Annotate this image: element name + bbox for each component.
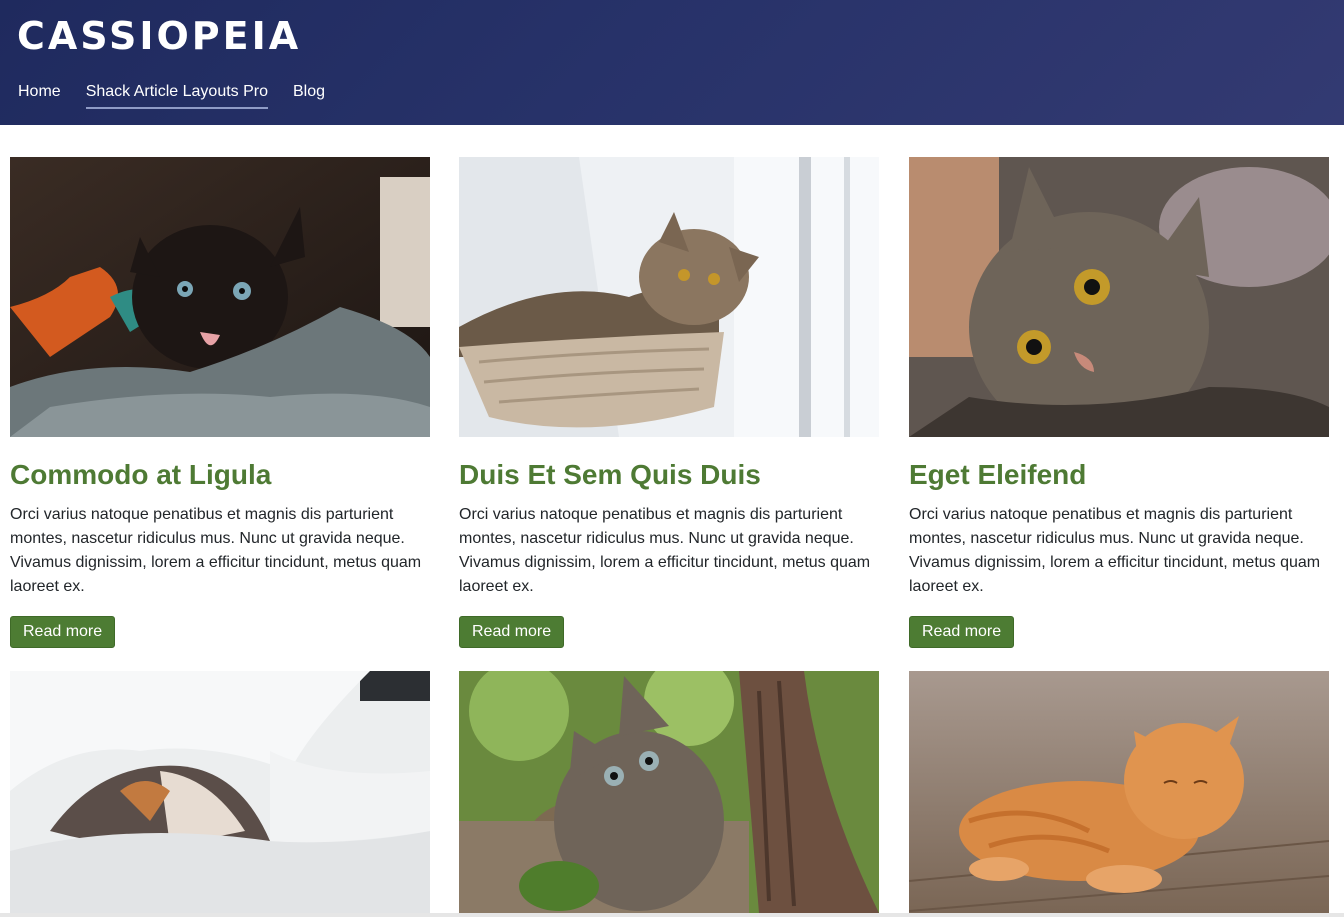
read-more-button[interactable]: Read more [10,616,116,648]
nav-item-home[interactable]: Home [18,82,61,109]
article-card [909,671,1329,913]
article-excerpt: Orci varius natoque penatibus et magnis … [459,506,871,595]
article-image-tabby-in-basket[interactable] [459,157,879,437]
article-card: Eget Eleifend Orci varius natoque penati… [909,157,1329,648]
site-header: CASSIOPEIA Home Shack Article Layouts Pr… [0,0,1344,125]
read-more-button[interactable]: Read more [459,616,565,648]
article-card [10,671,430,913]
article-image-kitten-by-tree[interactable] [459,671,879,913]
article-title[interactable]: Commodo at Ligula [10,459,430,491]
horizontal-scrollbar[interactable] [0,913,1344,917]
article-excerpt: Orci varius natoque penatibus et magnis … [10,506,422,595]
site-brand-logo[interactable]: CASSIOPEIA [17,14,301,58]
read-more-button[interactable]: Read more [909,616,1015,648]
main-nav: Home Shack Article Layouts Pro Blog [18,82,350,109]
article-image-calico-under-duvet[interactable] [10,671,430,913]
article-image-black-kitten[interactable] [10,157,430,437]
article-card: Duis Et Sem Quis Duis Orci varius natoqu… [459,157,879,648]
article-image-orange-cat[interactable] [909,671,1329,913]
article-card [459,671,879,913]
nav-item-blog[interactable]: Blog [293,82,325,109]
article-title[interactable]: Duis Et Sem Quis Duis [459,459,879,491]
article-excerpt: Orci varius natoque penatibus et magnis … [909,506,1321,595]
article-card: Commodo at Ligula Orci varius natoque pe… [10,157,430,648]
article-title[interactable]: Eget Eleifend [909,459,1329,491]
article-image-tabby-closeup[interactable] [909,157,1329,437]
nav-item-shack-article-layouts-pro[interactable]: Shack Article Layouts Pro [85,82,268,109]
